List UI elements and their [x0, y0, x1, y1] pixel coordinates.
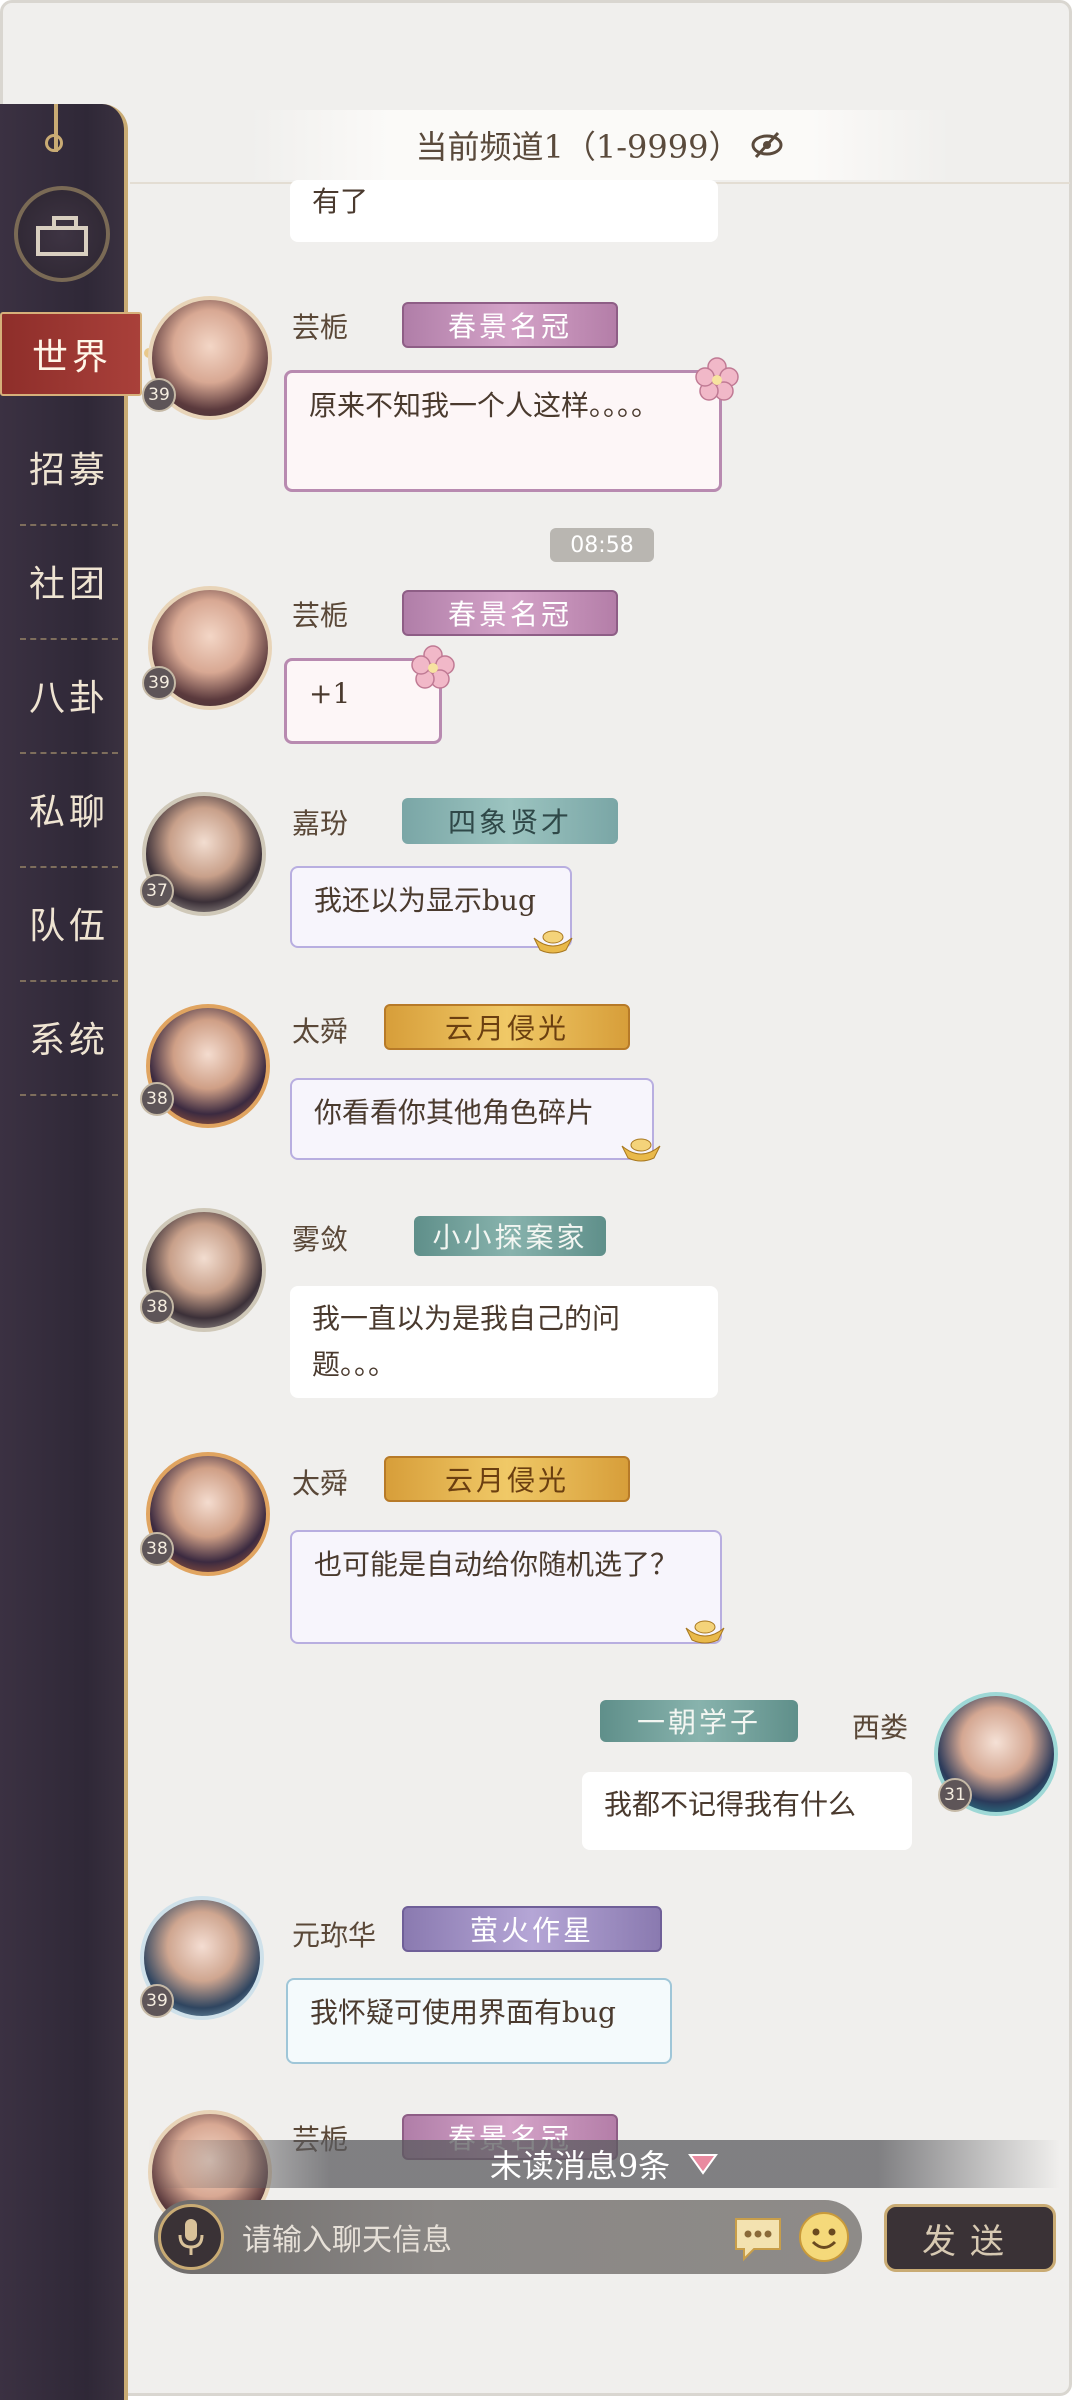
sender-name[interactable]: 芸栀	[292, 594, 348, 634]
level-badge: 39	[140, 1984, 174, 2018]
microphone-icon	[178, 2219, 204, 2255]
sender-name[interactable]: 太舜	[292, 1010, 348, 1050]
title-badge: 云月侵光	[384, 1456, 630, 1502]
level-badge: 37	[140, 874, 174, 908]
title-badge: 小小探案家	[414, 1216, 606, 1256]
title-badge: 萤火作星	[402, 1906, 662, 1952]
message-bubble[interactable]: 有了	[290, 180, 718, 242]
gold-ingot-icon	[533, 930, 573, 954]
emoji-icon[interactable]	[796, 2209, 852, 2265]
sender-name[interactable]: 雾敛	[292, 1218, 348, 1258]
title-badge: 春景名冠	[402, 590, 618, 636]
sender-name[interactable]: 元珎华	[292, 1914, 376, 1954]
tab-private-chat[interactable]: 私聊	[20, 752, 118, 868]
level-badge: 38	[140, 1532, 174, 1566]
tab-system[interactable]: 系统	[20, 980, 118, 1096]
level-badge: 38	[140, 1290, 174, 1324]
send-button[interactable]: 发送	[884, 2204, 1056, 2272]
level-badge: 39	[142, 666, 176, 700]
sender-name[interactable]: 西娄	[852, 1706, 908, 1746]
sender-name[interactable]: 太舜	[292, 1462, 348, 1502]
tab-world[interactable]: 世界	[0, 312, 154, 396]
message-bubble[interactable]: 也可能是自动给你随机选了？	[290, 1530, 722, 1644]
title-badge: 云月侵光	[384, 1004, 630, 1050]
chevron-down-icon	[688, 2154, 719, 2175]
message-bubble[interactable]: 我一直以为是我自己的问题。。。	[290, 1286, 718, 1398]
title-badge: 一朝学子	[600, 1700, 798, 1742]
tab-team[interactable]: 队伍	[20, 866, 118, 982]
timestamp: 08:58	[550, 528, 654, 562]
unread-messages-banner[interactable]: 未读消息9条	[148, 2140, 1060, 2188]
collapse-button[interactable]	[14, 186, 110, 282]
level-badge: 31	[938, 1778, 972, 1812]
message-bubble[interactable]: 我怀疑可使用界面有bug	[286, 1978, 672, 2064]
title-badge: 春景名冠	[402, 302, 618, 348]
blossom-decoration-icon	[411, 645, 455, 689]
message-bubble[interactable]: 原来不知我一个人这样。。。。	[284, 370, 722, 492]
channel-title: 当前频道1（1-9999）	[415, 128, 741, 166]
sender-name[interactable]: 芸栀	[292, 306, 348, 346]
gold-ingot-icon	[685, 1620, 725, 1644]
title-badge: 四象贤才	[402, 798, 618, 844]
eye-hidden-icon[interactable]	[750, 128, 784, 162]
gold-ingot-icon	[621, 1138, 661, 1162]
collapse-icon	[36, 216, 88, 256]
level-badge: 39	[142, 378, 176, 412]
voice-button[interactable]	[158, 2204, 224, 2270]
channel-header[interactable]: 当前频道1（1-9999）	[250, 110, 950, 180]
tab-gossip[interactable]: 八卦	[20, 638, 118, 754]
message-bubble[interactable]: 我都不记得我有什么	[582, 1772, 912, 1850]
sidebar-pin-ornament	[45, 104, 63, 152]
message-bubble[interactable]: 你看看你其他角色碎片	[290, 1078, 654, 1160]
chat-input[interactable]: 请输入聊天信息	[242, 2215, 730, 2259]
tab-recruit[interactable]: 招募	[20, 410, 118, 526]
sender-name[interactable]: 嘉玢	[292, 802, 348, 842]
tab-club[interactable]: 社团	[20, 524, 118, 640]
blossom-decoration-icon	[695, 357, 739, 401]
level-badge: 38	[140, 1082, 174, 1116]
speech-bubble-icon[interactable]	[730, 2209, 786, 2265]
chat-input-bar[interactable]: 请输入聊天信息	[154, 2200, 862, 2274]
